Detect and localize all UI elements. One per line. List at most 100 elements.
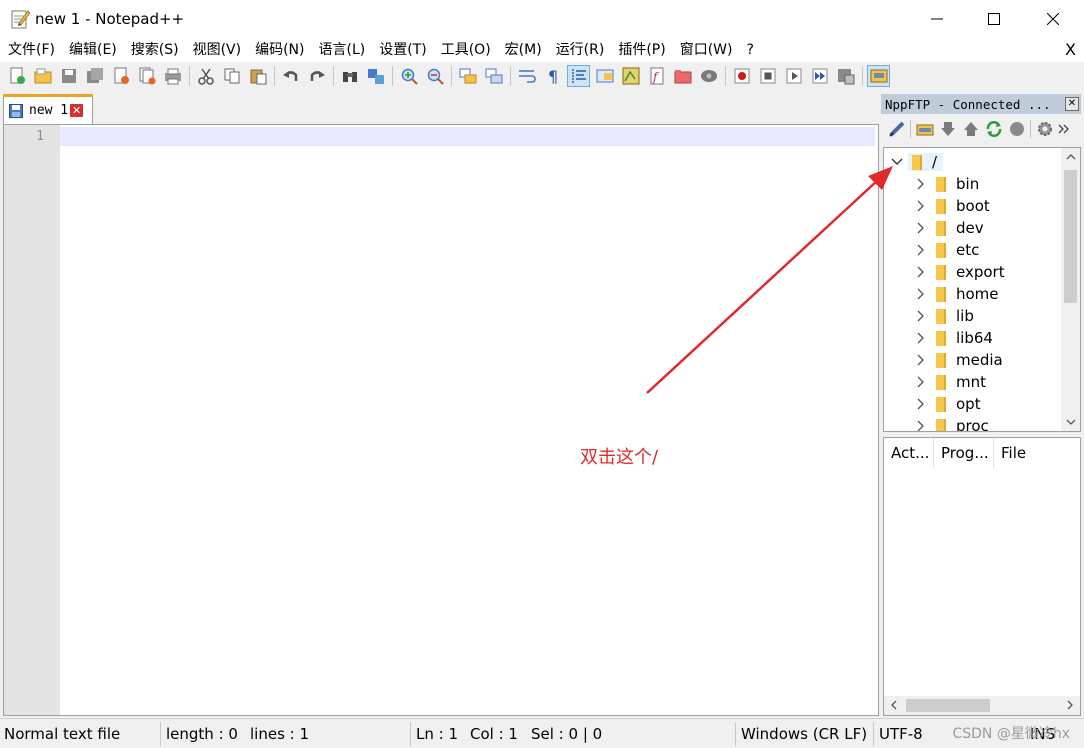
tree-item-folder[interactable]: dev xyxy=(914,217,1080,239)
close-all-button[interactable] xyxy=(135,65,158,87)
scroll-thumb[interactable] xyxy=(1064,170,1077,303)
tree-vertical-scrollbar[interactable] xyxy=(1061,148,1080,431)
maximize-button[interactable] xyxy=(965,0,1023,38)
save-macro-button[interactable] xyxy=(834,65,857,87)
chevron-right-icon[interactable] xyxy=(914,265,928,279)
zoom-in-button[interactable] xyxy=(397,65,420,87)
menu-file[interactable]: 文件(F) xyxy=(0,38,62,62)
replace-button[interactable] xyxy=(364,65,387,87)
menu-language[interactable]: 语言(L) xyxy=(312,38,373,62)
remote-file-tree[interactable]: / bin boot dev etc export home lib lib64… xyxy=(883,147,1081,432)
chevron-right-icon[interactable] xyxy=(914,331,928,345)
paste-button[interactable] xyxy=(246,65,269,87)
refresh-button[interactable] xyxy=(984,120,1003,139)
undo-button[interactable] xyxy=(279,65,302,87)
sync-vertical-button[interactable] xyxy=(456,65,479,87)
menu-macro[interactable]: 宏(M) xyxy=(498,38,549,62)
copy-button[interactable] xyxy=(220,65,243,87)
more-tools-button[interactable] xyxy=(1058,120,1070,139)
menu-close-document-button[interactable]: X xyxy=(1065,40,1076,59)
scroll-thumb[interactable] xyxy=(906,699,990,712)
queue-column-file[interactable]: File xyxy=(994,438,1026,468)
tree-item-folder[interactable]: lib xyxy=(914,305,1080,327)
settings-button[interactable] xyxy=(1035,120,1054,139)
tab-close-button[interactable]: ✕ xyxy=(70,104,84,117)
show-all-chars-button[interactable]: ¶ xyxy=(541,65,564,87)
tree-item-folder[interactable]: lib64 xyxy=(914,327,1080,349)
chevron-right-icon[interactable] xyxy=(914,221,928,235)
tree-item-folder[interactable]: opt xyxy=(914,393,1080,415)
tree-item-folder[interactable]: boot xyxy=(914,195,1080,217)
folder-as-workspace-button[interactable] xyxy=(671,65,694,87)
open-directory-button[interactable] xyxy=(915,120,934,139)
indent-guide-button[interactable] xyxy=(567,65,590,87)
menu-search[interactable]: 搜索(S) xyxy=(124,38,186,62)
abort-button[interactable] xyxy=(1007,120,1026,139)
menu-help[interactable]: ? xyxy=(740,38,761,62)
scroll-up-button[interactable] xyxy=(1061,148,1080,166)
save-button[interactable] xyxy=(57,65,80,87)
status-encoding[interactable]: UTF-8 xyxy=(879,719,923,748)
queue-column-action[interactable]: Act... xyxy=(884,438,934,468)
cut-button[interactable] xyxy=(194,65,217,87)
sync-horizontal-button[interactable] xyxy=(482,65,505,87)
queue-column-progress[interactable]: Prog... xyxy=(934,438,994,468)
tab-new-1[interactable]: new 1 ✕ xyxy=(3,94,93,124)
chevron-right-icon[interactable] xyxy=(914,375,928,389)
editor-area[interactable]: 1 xyxy=(3,124,879,716)
chevron-right-icon[interactable] xyxy=(914,177,928,191)
document-map-button[interactable] xyxy=(619,65,642,87)
tree-item-folder[interactable]: mnt xyxy=(914,371,1080,393)
play-macro-button[interactable] xyxy=(782,65,805,87)
monitoring-button[interactable] xyxy=(697,65,720,87)
menu-view[interactable]: 视图(V) xyxy=(186,38,249,62)
menu-run[interactable]: 运行(R) xyxy=(549,38,612,62)
tree-item-folder[interactable]: bin xyxy=(914,173,1080,195)
menu-window[interactable]: 窗口(W) xyxy=(673,38,740,62)
nppftp-show-button[interactable] xyxy=(867,65,890,87)
connect-button[interactable] xyxy=(887,120,906,139)
menu-encoding[interactable]: 编码(N) xyxy=(248,38,311,62)
chevron-right-icon[interactable] xyxy=(914,353,928,367)
menu-plugins[interactable]: 插件(P) xyxy=(611,38,672,62)
close-file-button[interactable] xyxy=(109,65,132,87)
tree-item-folder[interactable]: export xyxy=(914,261,1080,283)
new-file-button[interactable] xyxy=(5,65,28,87)
chevron-down-icon[interactable] xyxy=(890,155,904,169)
chevron-right-icon[interactable] xyxy=(914,309,928,323)
function-list-button[interactable]: f xyxy=(645,65,668,87)
status-eol-format[interactable]: Windows (CR LF) xyxy=(741,719,867,748)
upload-button[interactable] xyxy=(961,120,980,139)
chevron-right-icon[interactable] xyxy=(914,243,928,257)
record-macro-button[interactable] xyxy=(730,65,753,87)
tree-item-folder[interactable]: proc xyxy=(914,415,1080,431)
save-all-button[interactable] xyxy=(83,65,106,87)
tree-item-folder[interactable]: etc xyxy=(914,239,1080,261)
panel-close-button[interactable]: ✕ xyxy=(1065,97,1079,111)
word-wrap-button[interactable] xyxy=(515,65,538,87)
menu-tools[interactable]: 工具(O) xyxy=(434,38,498,62)
chevron-right-icon[interactable] xyxy=(914,199,928,213)
print-button[interactable] xyxy=(161,65,184,87)
tree-item-folder[interactable]: home xyxy=(914,283,1080,305)
minimize-button[interactable] xyxy=(908,0,966,38)
download-button[interactable] xyxy=(938,120,957,139)
chevron-right-icon[interactable] xyxy=(1066,700,1074,710)
zoom-out-button[interactable] xyxy=(423,65,446,87)
open-file-button[interactable] xyxy=(31,65,54,87)
menu-settings[interactable]: 设置(T) xyxy=(372,38,433,62)
chevron-right-icon[interactable] xyxy=(914,397,928,411)
scroll-down-button[interactable] xyxy=(1061,413,1080,431)
close-button[interactable] xyxy=(1024,0,1082,38)
chevron-right-icon[interactable] xyxy=(914,419,928,431)
tree-item-root[interactable]: / xyxy=(890,151,1065,173)
queue-horizontal-scrollbar[interactable] xyxy=(884,696,1080,715)
run-macro-multiple-button[interactable] xyxy=(808,65,831,87)
define-language-button[interactable] xyxy=(593,65,616,87)
chevron-left-icon[interactable] xyxy=(890,700,898,710)
chevron-right-icon[interactable] xyxy=(914,287,928,301)
find-button[interactable] xyxy=(338,65,361,87)
redo-button[interactable] xyxy=(305,65,328,87)
tree-item-folder[interactable]: media xyxy=(914,349,1080,371)
stop-macro-button[interactable] xyxy=(756,65,779,87)
